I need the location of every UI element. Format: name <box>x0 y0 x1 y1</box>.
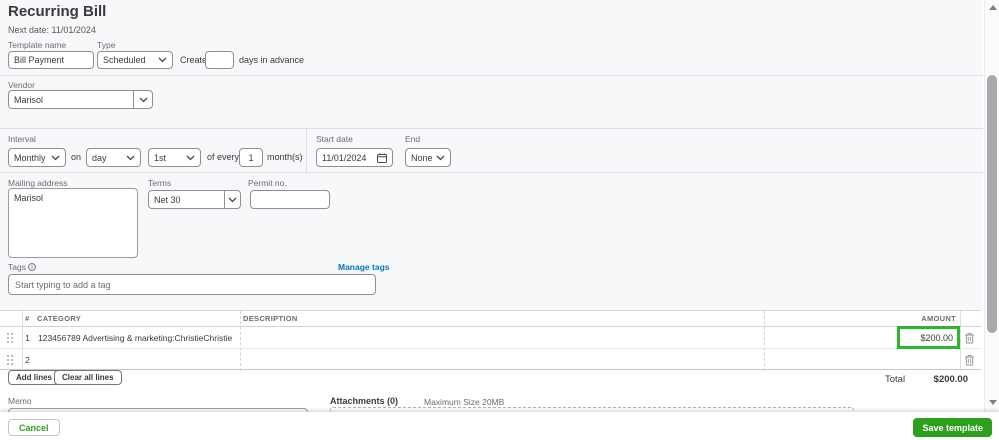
attachments-hint: Maximum Size 20MB <box>424 397 505 407</box>
add-lines-button[interactable]: Add lines <box>8 370 61 385</box>
interval-frequency-select[interactable]: Monthly <box>8 148 66 167</box>
header-amount: AMOUNT <box>921 314 956 323</box>
header-description: DESCRIPTION <box>243 314 298 323</box>
recurring-bill-form: Recurring Bill Next date: 11/01/2024 Tem… <box>0 0 999 440</box>
start-date-label: Start date <box>316 134 353 144</box>
drag-handle-icon[interactable] <box>6 354 14 366</box>
interval-day-value: 1st <box>154 152 167 163</box>
total-value: $200.00 <box>933 374 968 385</box>
type-value: Scheduled <box>103 55 146 65</box>
create-label: Create <box>180 55 208 65</box>
mailing-address-textarea[interactable]: Marisol <box>8 188 138 258</box>
clear-all-lines-button[interactable]: Clear all lines <box>54 370 122 385</box>
tags-placeholder: Start typing to add a tag <box>15 279 111 290</box>
trash-icon[interactable] <box>964 332 975 344</box>
type-select[interactable]: Scheduled <box>97 51 173 69</box>
terms-input[interactable]: Net 30 <box>148 190 225 209</box>
mailing-address-value: Marisol <box>14 193 44 203</box>
chevron-down-icon <box>436 155 445 161</box>
chevron-down-icon <box>228 197 237 203</box>
terms-dropdown-button[interactable] <box>224 190 241 209</box>
save-template-button[interactable]: Save template <box>913 418 992 437</box>
vertical-scrollbar[interactable] <box>984 0 999 412</box>
interval-every-input[interactable]: 1 <box>239 148 263 167</box>
calendar-icon <box>377 152 387 163</box>
template-name-input[interactable]: Bill Payment <box>8 51 94 69</box>
total-label: Total <box>885 374 906 385</box>
cancel-button[interactable]: Cancel <box>8 419 60 436</box>
trash-icon[interactable] <box>964 354 975 366</box>
scrollbar-thumb[interactable] <box>987 75 997 333</box>
scroll-down-icon[interactable] <box>989 400 997 405</box>
divider <box>0 172 983 173</box>
amount-cell-highlighted[interactable]: $200.00 <box>897 326 960 349</box>
table-header-row: # CATEGORY DESCRIPTION AMOUNT <box>0 311 981 327</box>
template-name-label: Template name <box>8 40 67 50</box>
chevron-down-icon <box>158 57 167 63</box>
days-in-advance-label: days in advance <box>239 55 305 65</box>
chevron-down-icon <box>186 155 195 161</box>
interval-day-type-select[interactable]: day <box>86 148 141 167</box>
line-items-table: # CATEGORY DESCRIPTION AMOUNT 1 12345678… <box>0 310 981 371</box>
drag-handle-icon[interactable] <box>6 332 14 344</box>
attachments-title: Attachments (0) <box>330 396 399 406</box>
vendor-label: Vendor <box>8 80 35 90</box>
interval-every-value: 1 <box>248 152 254 163</box>
terms-label: Terms <box>148 178 172 188</box>
interval-label: Interval <box>8 134 36 144</box>
interval-day-select[interactable]: 1st <box>148 148 201 167</box>
chevron-down-icon <box>51 155 60 161</box>
tags-label: Tags <box>8 262 36 272</box>
tags-input[interactable]: Start typing to add a tag <box>8 274 376 295</box>
terms-value: Net 30 <box>154 194 181 205</box>
vendor-input[interactable]: Marisol <box>8 90 134 109</box>
start-date-input[interactable]: 11/01/2024 <box>316 148 393 167</box>
info-icon[interactable] <box>28 263 36 271</box>
start-date-value: 11/01/2024 <box>322 152 367 163</box>
permit-no-label: Permit no. <box>248 178 287 188</box>
vendor-value: Marisol <box>14 94 44 105</box>
page-title: Recurring Bill <box>8 3 107 20</box>
row-number: 2 <box>25 355 30 365</box>
interval-day-type-value: day <box>92 152 107 163</box>
category-cell[interactable]: 123456789 Advertising & marketing:Christ… <box>38 327 232 349</box>
permit-no-input[interactable] <box>250 190 330 209</box>
header-category: CATEGORY <box>37 314 82 323</box>
of-every-label: of every <box>207 152 240 162</box>
chevron-down-icon <box>139 97 148 103</box>
scroll-up-icon[interactable] <box>989 5 997 10</box>
divider <box>0 75 983 76</box>
type-label: Type <box>97 40 116 50</box>
interval-frequency-value: Monthly <box>14 152 46 163</box>
vendor-dropdown-button[interactable] <box>133 90 153 109</box>
header-number: # <box>25 314 30 323</box>
end-label: End <box>405 134 421 144</box>
mailing-address-label: Mailing address <box>8 178 68 188</box>
divider <box>306 128 307 172</box>
footer-action-bar: Cancel Save template <box>0 412 999 440</box>
table-row: 1 123456789 Advertising & marketing:Chri… <box>0 327 981 349</box>
days-in-advance-input[interactable] <box>205 51 234 69</box>
end-select[interactable]: None <box>405 148 451 167</box>
table-row: 2 <box>0 349 981 371</box>
tags-label-text: Tags <box>8 262 26 272</box>
chevron-down-icon <box>126 155 135 161</box>
on-label: on <box>71 152 82 162</box>
total-row: Total $200.00 <box>885 374 968 385</box>
next-date-text: Next date: 11/01/2024 <box>8 25 96 35</box>
memo-label: Memo <box>8 396 32 406</box>
template-name-value: Bill Payment <box>14 55 65 65</box>
row-number: 1 <box>25 333 30 343</box>
manage-tags-link[interactable]: Manage tags <box>338 262 390 272</box>
divider <box>0 128 983 129</box>
end-value: None <box>411 152 433 163</box>
interval-unit-label: month(s) <box>267 152 303 162</box>
